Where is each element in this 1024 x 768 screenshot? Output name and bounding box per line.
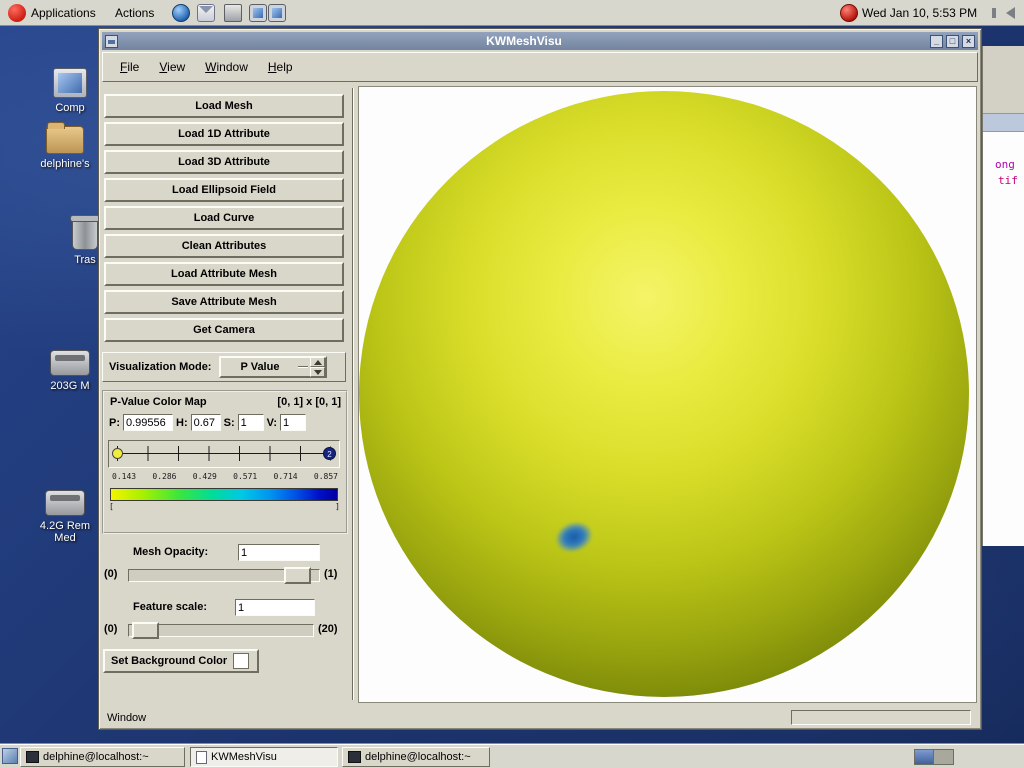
- minimize-button[interactable]: _: [930, 35, 943, 48]
- document-icon: [196, 751, 207, 764]
- web-browser-launcher-icon[interactable]: [172, 4, 190, 22]
- desktop: Comp delphine's Tras 203G M 4.2G Rem Med…: [0, 0, 1024, 768]
- actions-menu[interactable]: Actions: [115, 6, 154, 20]
- trash-icon: [72, 218, 98, 250]
- workspace-1[interactable]: [915, 750, 934, 764]
- background-window-text: ong: [995, 158, 1015, 171]
- title-bar[interactable]: KWMeshVisu _ □ ×: [102, 32, 978, 50]
- redhat-menu-icon[interactable]: [8, 4, 26, 22]
- applications-menu[interactable]: Applications: [31, 6, 96, 20]
- window-title: KWMeshVisu: [118, 34, 930, 48]
- workspace-switcher: [914, 749, 954, 765]
- menu-help[interactable]: Help: [259, 57, 302, 77]
- taskbar-item-label: KWMeshVisu: [211, 751, 277, 763]
- display-launcher-icon[interactable]: [268, 4, 286, 22]
- background-window-text: tif: [998, 174, 1018, 187]
- desktop-icon-removable-media[interactable]: 4.2G Rem Med: [20, 490, 110, 544]
- terminal-launcher-icon[interactable]: [249, 4, 267, 22]
- taskbar-item-kwmeshvisu[interactable]: KWMeshVisu: [190, 747, 338, 767]
- terminal-icon: [348, 751, 361, 763]
- taskbar-item-terminal-2[interactable]: delphine@localhost:~: [342, 747, 490, 767]
- kwmeshvisu-window: KWMeshVisu _ □ × File View Window Help: [98, 28, 982, 730]
- workspace-2[interactable]: [934, 750, 953, 764]
- computer-icon: [53, 68, 87, 98]
- gnome-top-panel: Applications Actions Wed Jan 10, 5:53 PM: [0, 0, 1024, 26]
- disk-icon: [50, 350, 90, 376]
- taskbar-item-terminal-1[interactable]: delphine@localhost:~: [20, 747, 185, 767]
- desktop-icon-label-line2: Med: [20, 532, 110, 544]
- show-desktop-icon[interactable]: [2, 748, 18, 764]
- desktop-icon-label: delphine's: [20, 158, 110, 170]
- email-launcher-icon[interactable]: [197, 4, 215, 22]
- desktop-icon-home-folder[interactable]: delphine's: [20, 126, 110, 170]
- disk-icon: [45, 490, 85, 516]
- menu-bar: File View Window Help: [102, 52, 978, 82]
- menu-view[interactable]: View: [150, 57, 194, 77]
- folder-icon: [46, 126, 84, 154]
- volume-icon[interactable]: [1006, 7, 1015, 19]
- update-alert-icon[interactable]: [840, 4, 858, 22]
- background-window-chrome: [983, 46, 1024, 114]
- terminal-icon: [26, 751, 39, 763]
- menu-file[interactable]: File: [111, 57, 148, 77]
- background-window[interactable]: ong tif: [982, 46, 1024, 546]
- close-button[interactable]: ×: [962, 35, 975, 48]
- window-menu-icon[interactable]: [105, 35, 118, 48]
- background-window-toolbar: [983, 114, 1024, 132]
- panel-clock[interactable]: Wed Jan 10, 5:53 PM: [862, 6, 977, 20]
- bottom-taskbar: delphine@localhost:~ KWMeshVisu delphine…: [0, 744, 1024, 768]
- maximize-button[interactable]: □: [946, 35, 959, 48]
- printer-launcher-icon[interactable]: [224, 4, 242, 22]
- taskbar-item-label: delphine@localhost:~: [365, 751, 471, 763]
- taskbar-item-label: delphine@localhost:~: [43, 751, 149, 763]
- menu-window[interactable]: Window: [196, 57, 257, 77]
- desktop-icon-label: 4.2G Rem: [20, 520, 110, 532]
